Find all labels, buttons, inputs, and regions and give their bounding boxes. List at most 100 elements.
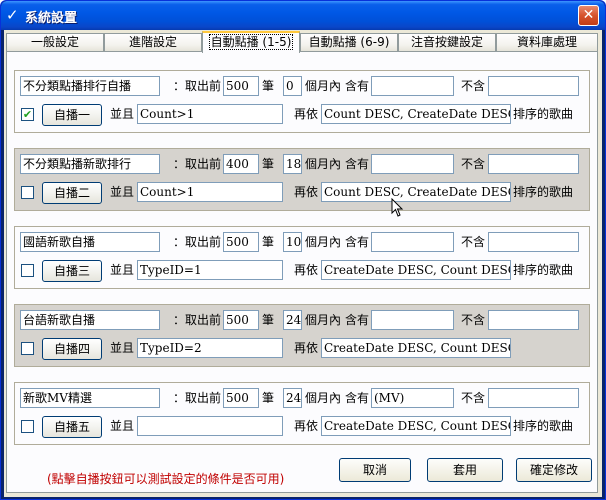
months-input[interactable]: 10 [283, 232, 302, 252]
excludes-label: 不含 [461, 157, 486, 171]
contains-input[interactable] [371, 76, 454, 96]
contains-label: 含有 [345, 79, 370, 93]
tab-general[interactable]: 一般設定 [6, 33, 104, 52]
sorted-songs-label: 排序的歌曲 [513, 263, 574, 277]
and-label: 並且 [110, 419, 135, 433]
then-by-label: 再依 [294, 419, 319, 433]
take-first-label: ：取出前 [173, 235, 222, 249]
months-input[interactable]: 24 [283, 310, 302, 330]
and-label: 並且 [110, 341, 135, 355]
take-first-label: ：取出前 [173, 313, 222, 327]
count-input[interactable]: 500 [223, 310, 259, 330]
autoplay-group-5: 新歌MV精選 ：取出前 500 筆 24 個月內 含有 (MV) 不含 自播五 … [14, 382, 590, 445]
excludes-label: 不含 [461, 235, 486, 249]
sorted-songs-label: 排序的歌曲 [513, 185, 574, 199]
enable-checkbox[interactable] [21, 342, 34, 355]
autoplay-2-button[interactable]: 自播二 [42, 182, 102, 204]
order-input[interactable]: CreateDate DESC, Count DESC [321, 416, 511, 436]
condition-input[interactable]: Count>1 [137, 104, 283, 124]
condition-input[interactable]: TypeID=2 [137, 338, 283, 358]
count-input[interactable]: 500 [223, 76, 259, 96]
tab-advanced[interactable]: 進階設定 [104, 33, 202, 52]
excludes-input[interactable] [488, 76, 579, 96]
title-bar[interactable]: ✓ 系統設置 ✕ [1, 1, 605, 30]
autoplay-group-4: 台語新歌自播 ：取出前 500 筆 24 個月內 含有 不含 自播四 並且 Ty… [14, 304, 590, 367]
within-months-label: 個月內 [305, 313, 342, 327]
unit-label: 筆 [262, 391, 275, 405]
contains-input[interactable]: (MV) [371, 388, 454, 408]
contains-label: 含有 [345, 313, 370, 327]
group-name-input[interactable]: 台語新歌自播 [20, 310, 160, 330]
group-name-input[interactable]: 不分類點播排行自播 [20, 76, 160, 96]
excludes-label: 不含 [461, 391, 486, 405]
autoplay-1-button[interactable]: 自播一 [42, 104, 102, 126]
group-name-input[interactable]: 國語新歌自播 [20, 232, 160, 252]
then-by-label: 再依 [294, 107, 319, 121]
close-button[interactable]: ✕ [578, 5, 599, 26]
tab-panel: 不分類點播排行自播 ：取出前 500 筆 0 個月內 含有 不含 ✔ 自播一 並… [6, 51, 598, 493]
tab-autoplay-1-5[interactable]: 自動點播 (1-5) [202, 31, 300, 53]
tab-label: 自動點播 (1-5) [208, 34, 294, 50]
unit-label: 筆 [262, 235, 275, 249]
autoplay-group-3: 國語新歌自播 ：取出前 500 筆 10 個月內 含有 不含 自播三 並且 Ty… [14, 226, 590, 289]
tab-label: 自動點播 (6-9) [308, 35, 390, 49]
tab-label: 資料庫處理 [516, 35, 577, 49]
autoplay-4-button[interactable]: 自播四 [42, 338, 102, 360]
condition-input[interactable]: TypeID=1 [137, 260, 283, 280]
take-first-label: ：取出前 [173, 157, 222, 171]
within-months-label: 個月內 [305, 79, 342, 93]
cancel-button[interactable]: 取消 [339, 458, 411, 482]
excludes-label: 不含 [461, 313, 486, 327]
count-input[interactable]: 500 [223, 232, 259, 252]
contains-label: 含有 [345, 157, 370, 171]
tab-database[interactable]: 資料庫處理 [496, 33, 598, 52]
contains-input[interactable] [371, 232, 454, 252]
tab-autoplay-6-9[interactable]: 自動點播 (6-9) [300, 33, 398, 52]
unit-label: 筆 [262, 157, 275, 171]
enable-checkbox[interactable]: ✔ [21, 108, 34, 121]
autoplay-3-button[interactable]: 自播三 [42, 260, 102, 282]
excludes-input[interactable] [488, 388, 579, 408]
months-input[interactable]: 18 [283, 154, 302, 174]
contains-label: 含有 [345, 391, 370, 405]
within-months-label: 個月內 [305, 391, 342, 405]
condition-input[interactable]: Count>1 [137, 182, 283, 202]
condition-input[interactable] [137, 416, 283, 436]
autoplay-5-button[interactable]: 自播五 [42, 416, 102, 438]
excludes-input[interactable] [488, 310, 579, 330]
app-check-icon: ✓ [6, 6, 19, 24]
enable-checkbox[interactable] [21, 264, 34, 277]
excludes-input[interactable] [488, 154, 579, 174]
months-input[interactable]: 0 [283, 76, 302, 96]
count-input[interactable]: 500 [223, 388, 259, 408]
confirm-button[interactable]: 確定修改 [516, 458, 592, 482]
excludes-label: 不含 [461, 79, 486, 93]
then-by-label: 再依 [294, 341, 319, 355]
client-area: 一般設定 進階設定 自動點播 (1-5) 自動點播 (6-9) 注音按鍵設定 資… [4, 30, 602, 497]
excludes-input[interactable] [488, 232, 579, 252]
and-label: 並且 [110, 107, 135, 121]
sorted-songs-label: 排序的歌曲 [513, 419, 574, 433]
apply-button[interactable]: 套用 [427, 458, 503, 482]
order-input[interactable]: CreateDate DESC, Count DESC [321, 338, 511, 358]
then-by-label: 再依 [294, 263, 319, 277]
and-label: 並且 [110, 263, 135, 277]
enable-checkbox[interactable] [21, 186, 34, 199]
contains-label: 含有 [345, 235, 370, 249]
group-name-input[interactable]: 新歌MV精選 [20, 388, 160, 408]
group-name-input[interactable]: 不分類點播新歌排行 [20, 154, 160, 174]
months-input[interactable]: 24 [283, 388, 302, 408]
contains-input[interactable] [371, 154, 454, 174]
within-months-label: 個月內 [305, 235, 342, 249]
order-input[interactable]: Count DESC, CreateDate DESC [321, 104, 511, 124]
tab-label: 注音按鍵設定 [410, 35, 483, 49]
contains-input[interactable] [371, 310, 454, 330]
count-input[interactable]: 400 [223, 154, 259, 174]
and-label: 並且 [110, 185, 135, 199]
order-input[interactable]: CreateDate DESC, Count DESC [321, 260, 511, 280]
window-title: 系統設置 [25, 11, 78, 26]
order-input[interactable]: Count DESC, CreateDate DESC [321, 182, 511, 202]
enable-checkbox[interactable] [21, 420, 34, 433]
tab-bar: 一般設定 進階設定 自動點播 (1-5) 自動點播 (6-9) 注音按鍵設定 資… [4, 31, 602, 53]
tab-keypad-settings[interactable]: 注音按鍵設定 [398, 33, 496, 52]
